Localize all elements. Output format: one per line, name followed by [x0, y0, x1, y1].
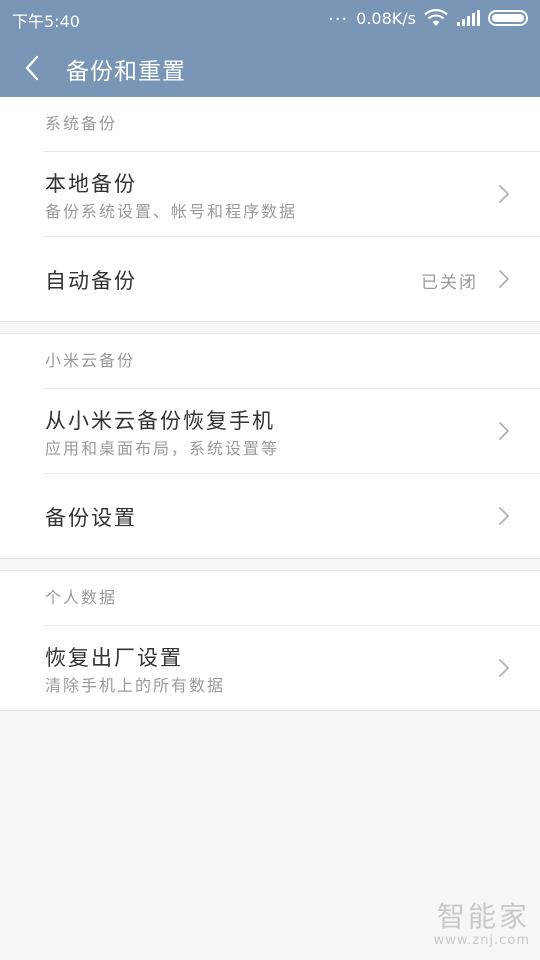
section-title: 小米云备份 — [45, 351, 136, 370]
auto-backup-item[interactable]: 自动备份 已关闭 — [43, 236, 540, 321]
status-time: 下午5:40 — [12, 12, 80, 31]
section-mi-cloud-backup: 小米云备份 从小米云备份恢复手机 应用和桌面布局，系统设置等 备份设置 — [0, 333, 540, 559]
item-value: 已关闭 — [421, 273, 478, 293]
section-title: 个人数据 — [45, 588, 118, 607]
chevron-right-icon — [499, 507, 509, 525]
restore-from-cloud-item[interactable]: 从小米云备份恢复手机 应用和桌面布局，系统设置等 — [43, 388, 540, 473]
watermark-text: 智能家 — [436, 900, 530, 933]
screen: 下午5:40 ... 0.08K/s 备份和重置 系统备份 本地备份 备份系统设… — [0, 0, 540, 960]
header: 备份和重置 — [0, 36, 540, 97]
chevron-right-icon — [499, 422, 509, 440]
app-bar: 下午5:40 ... 0.08K/s 备份和重置 — [0, 0, 540, 97]
page-title: 备份和重置 — [66, 59, 186, 85]
factory-reset-item[interactable]: 恢复出厂设置 清除手机上的所有数据 — [43, 625, 540, 710]
item-label: 恢复出厂设置 — [45, 646, 183, 670]
chevron-right-icon — [499, 659, 509, 677]
item-label: 本地备份 — [45, 172, 137, 196]
item-subtitle: 应用和桌面布局，系统设置等 — [45, 439, 280, 458]
notification-dots: ... — [327, 4, 349, 25]
backup-settings-item[interactable]: 备份设置 — [43, 473, 540, 558]
item-label: 自动备份 — [45, 269, 137, 293]
watermark: 智能家 www.znj.com — [434, 895, 530, 948]
chevron-right-icon — [499, 270, 509, 288]
watermark-url: www.znj.com — [433, 933, 530, 948]
section-personal-data: 个人数据 恢复出厂设置 清除手机上的所有数据 — [0, 570, 540, 711]
signal-icon — [456, 9, 480, 27]
item-label: 从小米云备份恢复手机 — [45, 409, 275, 433]
item-subtitle: 备份系统设置、帐号和程序数据 — [45, 202, 298, 221]
battery-icon — [488, 9, 530, 27]
section-system-backup: 系统备份 本地备份 备份系统设置、帐号和程序数据 自动备份 已关闭 — [0, 97, 540, 322]
section-title: 系统备份 — [45, 114, 118, 133]
wifi-icon — [424, 9, 448, 27]
item-label: 备份设置 — [45, 506, 137, 530]
local-backup-item[interactable]: 本地备份 备份系统设置、帐号和程序数据 — [43, 151, 540, 236]
status-bar: 下午5:40 ... 0.08K/s — [0, 0, 540, 36]
chevron-right-icon — [499, 185, 509, 203]
network-speed: 0.08K/s — [356, 8, 416, 28]
settings-content: 系统备份 本地备份 备份系统设置、帐号和程序数据 自动备份 已关闭 小米云备份 … — [0, 97, 540, 711]
chevron-left-icon[interactable] — [22, 54, 42, 82]
item-subtitle: 清除手机上的所有数据 — [45, 676, 226, 695]
status-right: ... 0.08K/s — [327, 4, 530, 29]
